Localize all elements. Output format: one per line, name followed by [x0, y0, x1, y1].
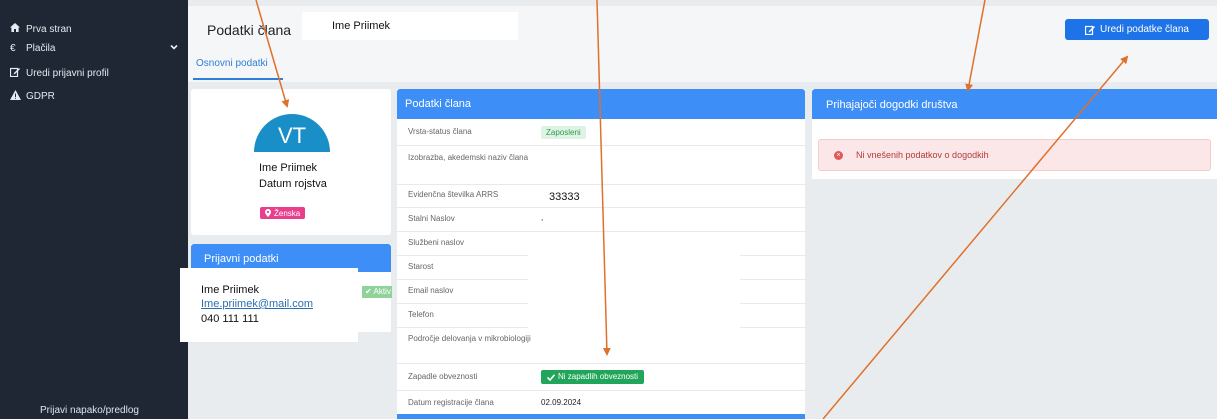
row-divider	[397, 231, 805, 232]
sidebar-item-payments[interactable]: € Plačila	[10, 40, 55, 56]
address-value: ,	[541, 213, 544, 222]
login-phone: 040 111 111	[201, 313, 259, 325]
chevron-down-icon[interactable]	[170, 43, 178, 51]
error-icon: ×	[834, 151, 843, 160]
row-label-address: Stalni Naslov	[408, 214, 455, 223]
next-card-header	[397, 414, 805, 419]
arrs-value: 33333	[549, 191, 580, 203]
report-issue-link[interactable]: Prijavi napako/predlog	[40, 405, 139, 416]
events-alert-text: Ni vnešenih podatkov o dogodkih	[856, 150, 989, 160]
row-label-registered: Datum registracije člana	[408, 398, 494, 407]
tab-active-indicator	[193, 78, 283, 80]
tab-basic-data[interactable]: Osnovni podatki	[196, 58, 268, 69]
member-name: Ime Priimek	[332, 20, 391, 32]
row-label-status: Vrsta-status člana	[408, 127, 472, 136]
obligations-badge: Ni zapadlih obveznosti	[541, 370, 645, 384]
active-status-badge: ✔ Aktiv	[362, 286, 392, 298]
page-title: Podatki člana	[207, 22, 292, 38]
profile-dob: Datum rojstva	[259, 178, 327, 190]
row-divider	[397, 207, 805, 208]
row-divider	[397, 363, 805, 364]
row-label-education: Izobrazba, akedemski naziv člana	[408, 153, 529, 162]
row-divider	[397, 184, 805, 185]
sidebar-item-label: Uredi prijavni profil	[26, 67, 109, 79]
sidebar-item-home[interactable]: Prva stran	[10, 21, 72, 37]
edit-icon	[1085, 25, 1096, 35]
home-icon	[10, 23, 26, 35]
check-icon	[547, 373, 555, 381]
sidebar: Prva stran € Plačila Uredi prijavni prof…	[0, 0, 188, 419]
location-pin-icon	[265, 209, 271, 217]
row-divider	[397, 390, 805, 391]
member-name-header: Ime Priimek	[302, 12, 518, 40]
warning-icon	[10, 89, 26, 103]
member-data-title: Podatki člana	[405, 98, 472, 110]
row-label-arrs: Evidenčna številka ARRS	[408, 190, 499, 199]
edit-member-button[interactable]: Uredi podatke člana	[1065, 19, 1209, 40]
row-label-work-address: Službeni naslov	[408, 238, 465, 247]
active-status-label: Aktiv	[373, 287, 391, 296]
sidebar-item-label: GDPR	[26, 90, 55, 102]
redacted-area	[528, 250, 740, 328]
row-label-phone: Telefon	[408, 310, 434, 319]
sidebar-item-label: Prva stran	[26, 23, 72, 35]
row-label-obligations: Zapadle obveznosti	[408, 372, 478, 381]
login-email-link[interactable]: Ime.priimek@mail.com	[201, 298, 313, 310]
events-title: Prihajajoči dogodki društva	[826, 99, 958, 111]
euro-icon: €	[10, 42, 16, 54]
login-name: Ime Priimek	[201, 284, 260, 296]
row-label-field: Področje delovanja v mikrobiologiji	[408, 334, 531, 343]
registered-value: 02.09.2024	[541, 398, 582, 407]
row-label-age: Starost	[408, 262, 434, 271]
profile-name: Ime Priimek	[259, 162, 318, 174]
sidebar-item-edit-profile[interactable]: Uredi prijavni profil	[9, 65, 109, 81]
edit-icon	[9, 67, 26, 80]
sidebar-item-gdpr[interactable]: GDPR	[10, 88, 55, 104]
row-label-email: Email naslov	[408, 286, 454, 295]
sidebar-item-label: Plačila	[26, 42, 56, 54]
gender-label: Ženska	[274, 208, 301, 218]
row-divider	[397, 145, 805, 146]
gender-badge: Ženska	[260, 207, 306, 219]
obligations-value: Ni zapadlih obveznosti	[558, 372, 639, 381]
status-badge: Zaposleni	[541, 126, 586, 139]
login-data-title: Prijavni podatki	[204, 253, 279, 265]
edit-member-label: Uredi podatke člana	[1100, 24, 1189, 35]
